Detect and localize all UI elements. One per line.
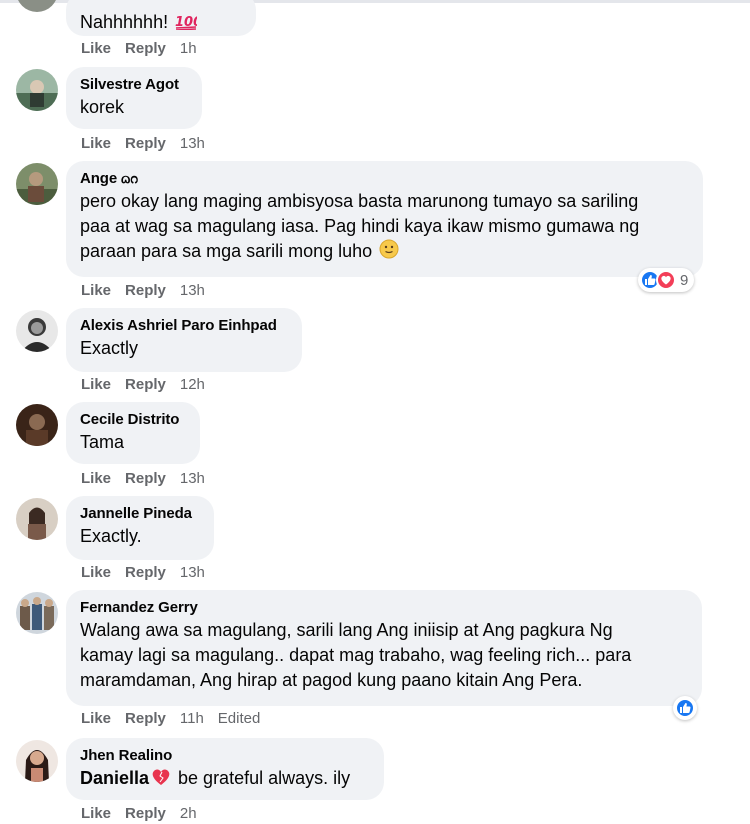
comment-text-line: paraan para sa mga sarili mong luho	[80, 241, 373, 261]
comment-actions: Like Reply 2h	[81, 804, 211, 824]
comment-actions: Like Reply 13h	[81, 134, 219, 154]
like-icon	[675, 698, 695, 718]
reply-button[interactable]: Reply	[125, 135, 166, 152]
avatar[interactable]	[16, 69, 58, 111]
comment-author[interactable]: Jannelle Pineda	[80, 504, 200, 523]
like-button[interactable]: Like	[81, 805, 111, 822]
avatar[interactable]	[16, 0, 58, 12]
comment-bubble: Jannelle Pineda Exactly.	[66, 496, 214, 560]
like-button[interactable]: Like	[81, 282, 111, 299]
comment-text: Nahhhhhh!	[80, 12, 169, 32]
100-emoji-icon: 100	[175, 12, 202, 37]
avatar[interactable]	[16, 163, 58, 205]
comment-bubble: Jhen Realino Daniella be grateful always…	[66, 738, 384, 800]
avatar[interactable]	[16, 740, 58, 782]
comment-bubble: Alexis Ashriel Paro Einhpad Exactly	[66, 308, 302, 372]
reply-button[interactable]: Reply	[125, 40, 166, 57]
comment-actions: Like Reply 13h	[81, 469, 219, 489]
comment-text-line: maramdaman, Ang hirap at pagod kung paan…	[80, 670, 583, 690]
comment-author[interactable]: Alexis Ashriel Paro Einhpad	[80, 316, 288, 335]
like-button[interactable]: Like	[81, 710, 111, 727]
avatar[interactable]	[16, 404, 58, 446]
reply-button[interactable]: Reply	[125, 376, 166, 393]
like-button[interactable]: Like	[81, 376, 111, 393]
heart-emoji-icon	[151, 768, 171, 793]
comment-text-line: kamay lagi sa magulang.. dapat mag traba…	[80, 645, 632, 665]
comment-author[interactable]: Silvestre Agot	[80, 75, 188, 94]
comment-actions: Like Reply 12h	[81, 375, 219, 395]
comment-bubble: Ange ᦒᦅ pero okay lang maging ambisyosa …	[66, 161, 703, 277]
avatar[interactable]	[16, 592, 58, 634]
like-button[interactable]: Like	[81, 135, 111, 152]
comment-author[interactable]: Fernandez Gerry	[80, 598, 688, 617]
comment-actions: Like Reply 13h	[81, 281, 219, 301]
comment-bubble: Nahhhhhh! 100	[66, 0, 256, 36]
mention-link[interactable]: Daniella	[80, 768, 149, 788]
reply-button[interactable]: Reply	[125, 710, 166, 727]
timestamp[interactable]: 13h	[180, 470, 205, 487]
timestamp[interactable]: 2h	[180, 805, 197, 822]
timestamp[interactable]: 13h	[180, 135, 205, 152]
reply-button[interactable]: Reply	[125, 564, 166, 581]
timestamp[interactable]: 13h	[180, 282, 205, 299]
comment-actions: Like Reply 13h	[81, 563, 219, 583]
reply-button[interactable]: Reply	[125, 282, 166, 299]
comment-actions: Like Reply 11h Edited	[81, 709, 260, 729]
comment-text-line: paa at wag sa magulang iasa. Pag hindi k…	[80, 216, 640, 236]
reaction-count-number: 9	[680, 271, 689, 289]
comment-bubble: Cecile Distrito Tama	[66, 402, 200, 464]
like-button[interactable]: Like	[81, 564, 111, 581]
edited-label[interactable]: Edited	[218, 710, 261, 727]
comment-bubble: Silvestre Agot korek	[66, 67, 202, 129]
comment-bubble: Fernandez Gerry Walang awa sa magulang, …	[66, 590, 702, 706]
comment-text: Exactly	[80, 338, 139, 358]
reply-button[interactable]: Reply	[125, 470, 166, 487]
slight-smile-emoji-icon	[379, 239, 399, 266]
reaction-count[interactable]	[673, 696, 697, 720]
reaction-count[interactable]: 9	[638, 268, 695, 292]
like-button[interactable]: Like	[81, 470, 111, 487]
comment-actions: Like Reply 1h	[81, 39, 211, 59]
comment-author[interactable]: Ange ᦒᦅ	[80, 169, 689, 188]
timestamp[interactable]: 12h	[180, 376, 205, 393]
love-icon	[656, 270, 676, 290]
comment-text: Exactly.	[80, 526, 142, 546]
comment-text: korek	[80, 97, 125, 117]
comment-text: be grateful always. ily	[173, 768, 351, 788]
comment-author[interactable]: Cecile Distrito	[80, 410, 186, 429]
reply-button[interactable]: Reply	[125, 805, 166, 822]
timestamp[interactable]: 13h	[180, 564, 205, 581]
timestamp[interactable]: 11h	[180, 710, 204, 727]
timestamp[interactable]: 1h	[180, 40, 197, 57]
like-button[interactable]: Like	[81, 40, 111, 57]
comment-text-line: pero okay lang maging ambisyosa basta ma…	[80, 191, 639, 211]
comment-text: Tama	[80, 432, 125, 452]
comment-text-line: Walang awa sa magulang, sarili lang Ang …	[80, 620, 613, 640]
avatar[interactable]	[16, 498, 58, 540]
avatar[interactable]	[16, 310, 58, 352]
comment-author[interactable]: Jhen Realino	[80, 746, 370, 765]
